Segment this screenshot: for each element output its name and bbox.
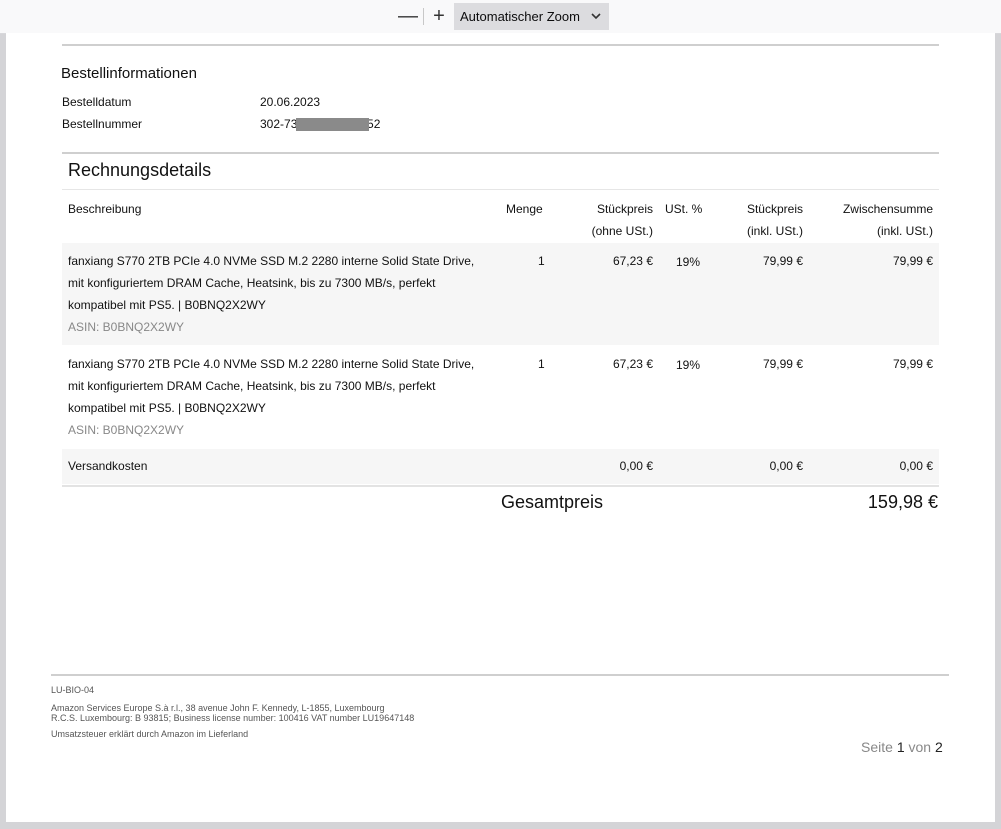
footer-divider [51,674,949,676]
order-date-label: Bestelldatum [62,95,132,109]
shipping-subtotal: 0,00 € [899,459,933,473]
item-description-line: mit konfiguriertem DRAM Cache, Heatsink,… [68,276,436,290]
item-unit-net: 67,23 € [612,357,653,371]
page-of-word: von [908,739,932,755]
toolbar-separator [423,8,424,25]
redaction-bar [296,118,369,131]
shipping-label: Versandkosten [68,459,148,473]
col-subtotal-header-line1: Zwischensumme [842,202,933,216]
item-asin: ASIN: B0BNQ2X2WY [68,320,185,334]
order-info-title: Bestellinformationen [61,65,197,82]
col-unit-net-header-line2: (ohne USt.) [591,224,653,238]
item-unit-gross: 79,99 € [762,254,803,268]
item-vat: 19% [676,358,701,372]
shipping-unit-gross: 0,00 € [769,459,803,473]
page-current: 1 [896,739,905,755]
zoom-select-value: Automatischer Zoom [460,9,580,24]
item-unit-net: 67,23 € [612,254,653,268]
item-description: fanxiang S770 2TB PCIe 4.0 NVMe SSD M.2 … [68,250,474,338]
item-subtotal: 79,99 € [892,254,933,268]
footer-code: LU-BIO-04 [51,685,95,695]
page-total: 2 [934,739,943,755]
item-quantity: 1 [538,254,545,268]
col-unit-gross-header: Stückpreis (inkl. USt.) [703,198,803,242]
col-unit-gross-header-line1: Stückpreis [746,202,803,216]
order-number-prefix: 302-73 [260,117,298,131]
item-description-line: fanxiang S770 2TB PCIe 4.0 NVMe SSD M.2 … [68,254,475,268]
footer-address-line: R.C.S. Luxembourg: B 93815; Business lic… [51,713,415,723]
footer-address-line: Amazon Services Europe S.à r.l., 38 aven… [51,703,385,713]
item-description-line: kompatibel mit PS5. | B0BNQ2X2WY [68,401,266,415]
col-unit-net-header: Stückpreis (ohne USt.) [553,198,653,242]
total-label: Gesamtpreis [501,492,604,512]
zoom-out-button[interactable]: — [396,6,420,28]
item-quantity: 1 [538,357,545,371]
header-divider [62,189,939,190]
top-divider [62,44,939,46]
item-description: fanxiang S770 2TB PCIe 4.0 NVMe SSD M.2 … [68,353,474,441]
invoice-title: Rechnungsdetails [68,160,212,180]
item-asin: ASIN: B0BNQ2X2WY [68,423,185,437]
pdf-page: Bestellinformationen Bestelldatum 20.06.… [6,33,995,822]
item-description-line: mit konfiguriertem DRAM Cache, Heatsink,… [68,379,436,393]
col-quantity-header: Menge [506,202,543,216]
pdf-toolbar: — + Automatischer Zoom [0,0,1001,34]
page-indicator: Seite 1 von 2 [861,739,943,755]
shipping-unit-net: 0,00 € [619,459,653,473]
col-subtotal-header: Zwischensumme (inkl. USt.) [803,198,933,242]
zoom-select[interactable]: Automatischer Zoom [454,3,609,30]
invoice-divider [62,152,939,154]
total-divider [62,485,939,487]
footer-address: Amazon Services Europe S.à r.l., 38 aven… [51,703,414,723]
item-description-line: fanxiang S770 2TB PCIe 4.0 NVMe SSD M.2 … [68,357,475,371]
item-vat: 19% [676,255,701,269]
item-description-line: kompatibel mit PS5. | B0BNQ2X2WY [68,298,266,312]
col-unit-gross-header-line2: (inkl. USt.) [746,224,803,238]
item-unit-gross: 79,99 € [762,357,803,371]
page-word: Seite [861,739,893,755]
order-number-label: Bestellnummer [62,117,143,131]
zoom-in-button[interactable]: + [427,6,451,28]
col-subtotal-header-line2: (inkl. USt.) [876,224,933,238]
order-date-value: 20.06.2023 [260,95,321,109]
col-description-header: Beschreibung [68,202,142,216]
col-vat-header: USt. % [665,202,703,216]
col-unit-net-header-line1: Stückpreis [596,202,653,216]
footer-vat-note: Umsatzsteuer erklärt durch Amazon im Lie… [51,729,249,739]
item-subtotal: 79,99 € [892,357,933,371]
total-value: 159,98 € [867,492,938,512]
